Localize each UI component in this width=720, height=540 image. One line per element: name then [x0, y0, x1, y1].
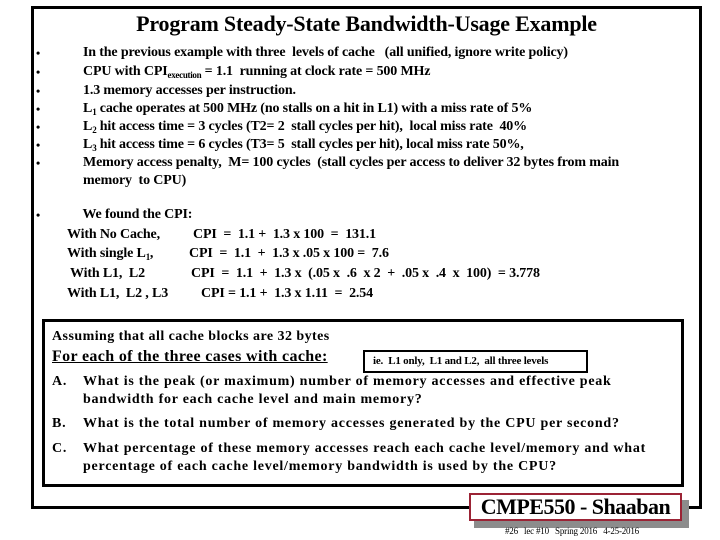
question-a-line: What is the peak (or maximum) number of …	[83, 374, 612, 389]
cpi-row-label: With No Cache,	[67, 227, 160, 242]
cases-hint-box: ie. L1 only, L1 and L2, all three levels	[363, 350, 588, 373]
course-badge: CMPE550 - Shaaban	[469, 493, 682, 521]
list-item-continuation: memory to CPU)	[83, 173, 187, 188]
bullet-icon: •	[36, 65, 41, 79]
cpi-row-formula: CPI = 1.1 + 1.3 x 1.11 = 2.54	[201, 286, 373, 301]
cpi-row-formula: CPI = 1.1 + 1.3 x .05 x 100 = 7.6	[189, 246, 389, 261]
list-item: L2 hit access time = 3 cycles (T2= 2 sta…	[83, 119, 528, 135]
cpi-row-label: With single L1,	[67, 246, 154, 262]
question-c-line: What percentage of these memory accesses…	[83, 441, 646, 456]
list-item: L3 hit access time = 6 cycles (T3= 5 sta…	[83, 137, 524, 153]
list-item: In the previous example with three level…	[83, 45, 568, 60]
question-a-line: bandwidth for each cache level and main …	[83, 392, 423, 407]
bullet-icon: •	[36, 208, 41, 222]
bullet-icon: •	[36, 120, 41, 134]
bullet-icon: •	[36, 46, 41, 60]
cpi-row-formula: CPI = 1.1 + 1.3 x (.05 x .6 x 2 + .05 x …	[191, 266, 540, 281]
list-item: 1.3 memory accesses per instruction.	[83, 83, 296, 98]
list-item: Memory access penalty, M= 100 cycles (st…	[83, 155, 620, 170]
cpi-heading: We found the CPI:	[76, 207, 193, 222]
question-letter-c: C.	[52, 441, 68, 456]
question-letter-a: A.	[52, 374, 68, 389]
question-letter-b: B.	[52, 416, 67, 431]
cpi-row-label: With L1, L2 , L3	[67, 286, 169, 301]
question-b-line: What is the total number of memory acces…	[83, 416, 620, 431]
assumption-text: Assuming that all cache blocks are 32 by…	[52, 329, 330, 344]
bullet-icon: •	[36, 102, 41, 116]
slide-title: Program Steady-State Bandwidth-Usage Exa…	[136, 11, 597, 36]
for-each-heading: For each of the three cases with cache:	[52, 348, 328, 365]
cpi-row-formula: CPI = 1.1 + 1.3 x 100 = 131.1	[193, 227, 376, 242]
list-item: CPU with CPIexecution = 1.1 running at c…	[83, 64, 431, 80]
bullet-icon: •	[36, 138, 41, 152]
bullet-icon: •	[36, 156, 41, 170]
cpi-row-label: With L1, L2	[70, 266, 145, 281]
list-item: L1 cache operates at 500 MHz (no stalls …	[83, 101, 533, 117]
bullet-icon: •	[36, 84, 41, 98]
question-c-line: percentage of each cache level/memory ba…	[83, 459, 557, 474]
slide-footer-info: #26 lec #10 Spring 2016 4-25-2016	[505, 526, 639, 536]
